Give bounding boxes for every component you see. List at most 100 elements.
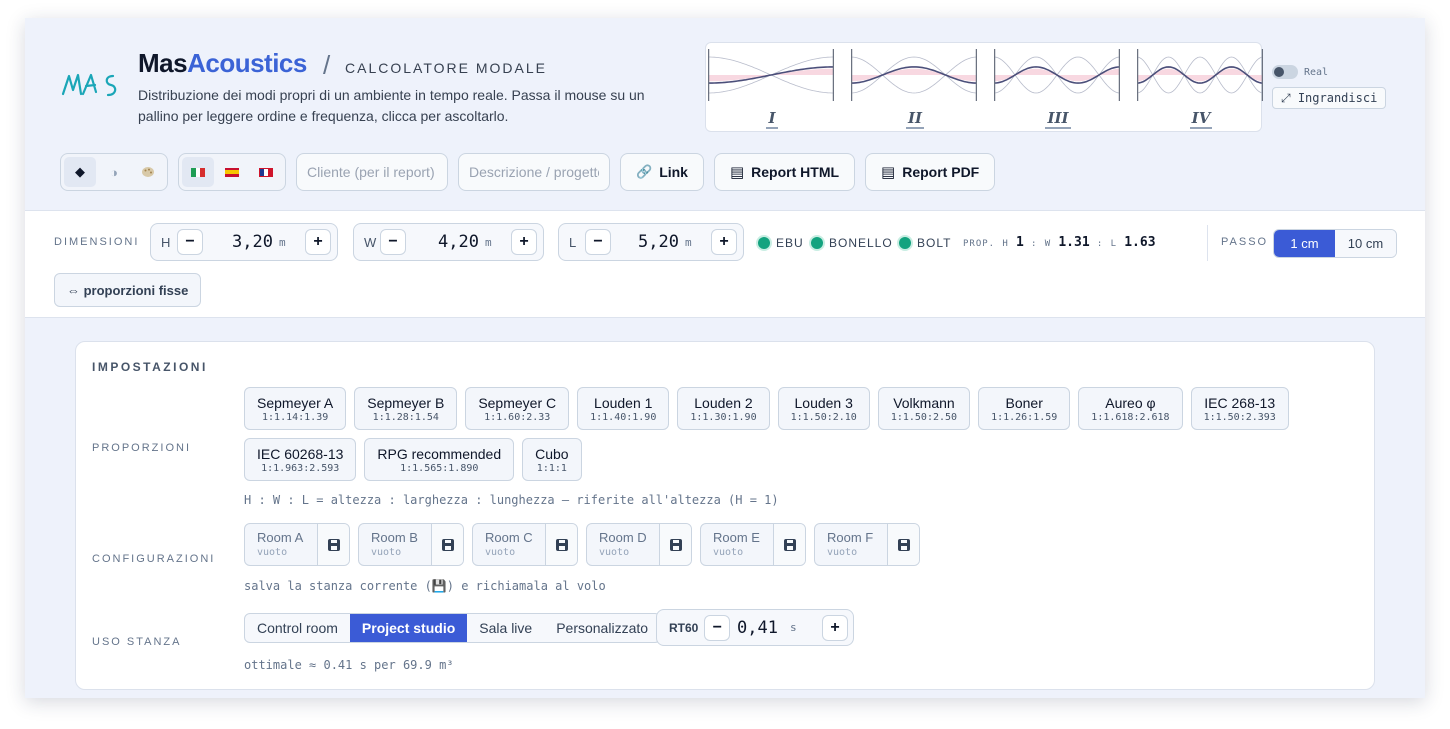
mode-2-preview[interactable]: II (850, 47, 979, 129)
usage-option[interactable]: Sala live (467, 614, 544, 642)
proportion-preset-button[interactable]: Boner 1:1.26:1.59 (978, 387, 1071, 430)
step-1cm-option[interactable]: 1 cm (1274, 230, 1335, 257)
real-label: Real (1304, 66, 1329, 78)
room-load-button[interactable]: Room Cvuoto (473, 524, 545, 565)
proportions-label: PROPORZIONI (92, 442, 192, 454)
room-load-button[interactable]: Room Dvuoto (587, 524, 659, 565)
english-flag-icon[interactable] (250, 157, 282, 187)
toolbar: ◆ ◑ 🔗 Link ▤ Report HTML ▤ Report PDF (60, 153, 996, 191)
mode-label: I (766, 109, 778, 129)
link-button[interactable]: 🔗 Link (620, 153, 704, 191)
room-save-button[interactable] (773, 524, 805, 565)
room-save-button[interactable] (431, 524, 463, 565)
project-description-input[interactable] (458, 153, 610, 191)
proportion-preset-button[interactable]: Sepmeyer A 1:1.14:1.39 (244, 387, 347, 430)
save-disk-icon (897, 538, 910, 551)
rt60-stepper: RT60 − 0,41 s + (656, 609, 854, 646)
divider (1207, 225, 1208, 261)
mode-3-preview[interactable]: III (993, 47, 1122, 129)
room-save-button[interactable] (545, 524, 577, 565)
dark-mode-icon[interactable]: ◆ (64, 157, 96, 187)
step-10cm-option[interactable]: 10 cm (1335, 230, 1396, 257)
rt60-value[interactable]: 0,41 (736, 618, 784, 638)
client-input[interactable] (296, 153, 448, 191)
proportion-preset-button[interactable]: Aureo φ 1:1.618:2.618 (1078, 387, 1183, 430)
proportion-preset-button[interactable]: IEC 268-13 1:1.50:2.393 (1190, 387, 1289, 430)
settings-title: IMPOSTAZIONI (92, 360, 208, 374)
report-html-button[interactable]: ▤ Report HTML (713, 153, 856, 191)
save-disk-icon (555, 538, 568, 551)
document-icon: ▤ (881, 164, 896, 181)
proportion-preset-button[interactable]: Sepmeyer B 1:1.28:1.54 (354, 387, 458, 430)
proportion-preset-button[interactable]: Sepmeyer C 1:1.60:2.33 (465, 387, 570, 430)
real-switch[interactable] (1272, 65, 1298, 79)
length-decrement-button[interactable]: − (585, 229, 611, 255)
mode-4-preview[interactable]: IV (1136, 47, 1265, 129)
app-window: MasAcoustics / CALCOLATORE MODALE Distri… (25, 18, 1425, 698)
status-dot-icon (811, 237, 823, 249)
mode-wave-icon (850, 49, 978, 101)
contrast-icon[interactable]: ◑ (98, 157, 130, 187)
proportion-preset-button[interactable]: RPG recommended 1:1.565:1.890 (364, 438, 515, 481)
modes-preview[interactable]: I II III IV (705, 42, 1265, 132)
height-stepper: H − 3,20 m + (150, 223, 338, 261)
rt60-increment-button[interactable]: + (822, 614, 848, 641)
brand-name: MasAcoustics (138, 48, 307, 78)
width-increment-button[interactable]: + (511, 229, 537, 255)
link-icon: 🔗 (636, 164, 653, 179)
length-increment-button[interactable]: + (711, 229, 737, 255)
length-stepper: L − 5,20 m + (558, 223, 744, 261)
configurations-hint: salva la stanza corrente (💾) e richiamal… (244, 579, 606, 593)
standard-ebu: EBU (758, 236, 804, 250)
status-dot-icon (899, 237, 911, 249)
proportion-preset-button[interactable]: IEC 60268-13 1:1.963:2.593 (244, 438, 357, 481)
room-save-button[interactable] (317, 524, 349, 565)
room-load-button[interactable]: Room Bvuoto (359, 524, 431, 565)
room-usage-selector: Control room Project studio Sala live Perso… (244, 613, 662, 643)
fixed-proportions-button[interactable]: ⇔ proporzioni fisse (54, 273, 202, 307)
room-save-button[interactable] (659, 524, 691, 565)
mode-1-preview[interactable]: I (707, 47, 836, 129)
proportion-preset-button[interactable]: Louden 3 1:1.50:2.10 (777, 387, 870, 430)
length-value[interactable]: 5,20 (611, 232, 685, 252)
brand-separator: / (323, 50, 331, 80)
height-value[interactable]: 3,20 (203, 232, 279, 252)
standard-bolt: BOLT (899, 236, 951, 250)
room-slot: Room Avuoto (244, 523, 350, 566)
italian-flag-icon[interactable] (182, 157, 214, 187)
enlarge-button[interactable]: ⤢ Ingrandisci (1272, 87, 1387, 109)
mode-wave-icon (707, 49, 835, 101)
save-disk-icon (783, 538, 796, 551)
settings-card: IMPOSTAZIONI PROPORZIONI Sepmeyer A 1:1.1… (75, 341, 1375, 690)
room-slot: Room Bvuoto (358, 523, 464, 566)
proportion-preset-button[interactable]: Louden 2 1:1.30:1.90 (677, 387, 770, 430)
header: MasAcoustics / CALCOLATORE MODALE Distri… (25, 18, 1425, 210)
save-disk-icon (669, 538, 682, 551)
report-pdf-button[interactable]: ▤ Report PDF (865, 153, 996, 191)
usage-option[interactable]: Project studio (349, 614, 468, 642)
width-value[interactable]: 4,20 (406, 232, 485, 252)
language-switcher (178, 153, 286, 191)
rt60-decrement-button[interactable]: − (704, 614, 731, 641)
room-load-button[interactable]: Room Evuoto (701, 524, 773, 565)
room-load-button[interactable]: Room Fvuoto (815, 524, 887, 565)
proportion-preset-button[interactable]: Louden 1 1:1.40:1.90 (577, 387, 670, 430)
room-slot: Room Fvuoto (814, 523, 920, 566)
mode-wave-icon (1136, 49, 1264, 101)
usage-option[interactable]: Control room (245, 614, 350, 642)
height-increment-button[interactable]: + (305, 229, 331, 255)
room-slot: Room Cvuoto (472, 523, 578, 566)
real-toggle[interactable]: Real (1272, 65, 1328, 79)
width-decrement-button[interactable]: − (380, 229, 406, 255)
save-disk-icon (441, 538, 454, 551)
height-decrement-button[interactable]: − (177, 229, 203, 255)
palette-icon[interactable] (132, 157, 164, 187)
usage-option[interactable]: Personalizzato (544, 614, 660, 642)
proportion-preset-button[interactable]: Cubo 1:1:1 (522, 438, 582, 481)
proportion-preset-button[interactable]: Volkmann 1:1.50:2.50 (877, 387, 971, 430)
room-save-button[interactable] (887, 524, 919, 565)
mode-wave-icon (993, 49, 1121, 101)
room-load-button[interactable]: Room Avuoto (245, 524, 317, 565)
spanish-flag-icon[interactable] (216, 157, 248, 187)
room-configurations: Room Avuoto Room Bvuoto Room Cvuoto Room Dv… (244, 523, 920, 566)
